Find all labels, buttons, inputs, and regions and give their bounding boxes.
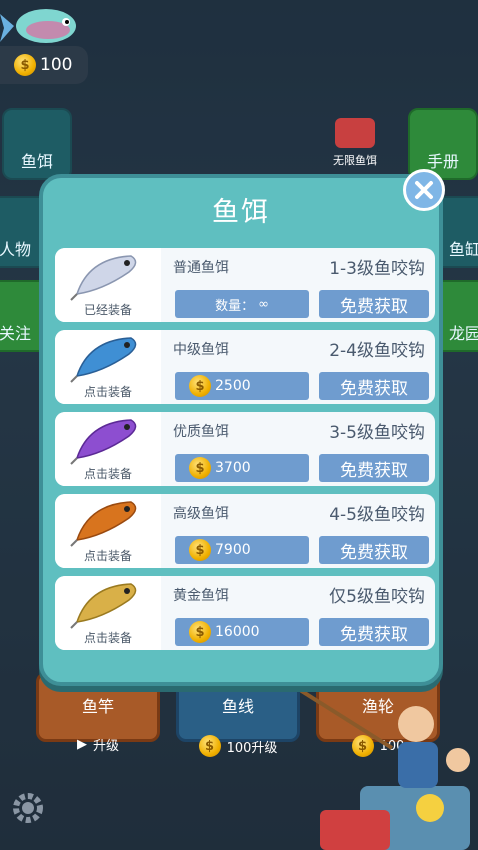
equip-status: 已经装备 <box>83 303 132 317</box>
coin-icon: $ <box>189 375 211 397</box>
lure-icon <box>70 419 137 465</box>
close-icon <box>415 181 433 199</box>
bait-equip-area[interactable]: 已经装备 <box>55 248 161 322</box>
bait-level: 4-5级鱼咬钩 <box>329 505 425 525</box>
side-button-label: 鱼缸 <box>448 240 478 259</box>
bait-row-advanced: 点击装备 高级鱼饵 4-5级鱼咬钩 $ 7900 免费获取 <box>55 494 435 568</box>
coin-icon: $ <box>189 457 211 479</box>
free-get-button[interactable]: 免费获取 <box>319 290 429 318</box>
equip-status: 点击装备 <box>83 467 132 481</box>
bait-level: 仅5级鱼咬钩 <box>329 587 425 607</box>
free-get-button[interactable]: 免费获取 <box>319 536 429 564</box>
settings-gear-icon[interactable] <box>10 790 46 826</box>
fisherman-illustration <box>300 690 470 850</box>
lure-icon <box>70 337 137 383</box>
bait-row-intermediate: 点击装备 中级鱼饵 2-4级鱼咬钩 $ 2500 免费获取 <box>55 330 435 404</box>
card-title: 鱼线 <box>221 697 254 716</box>
side-button-label: 关注 <box>0 324 31 343</box>
equip-status: 点击装备 <box>83 631 132 645</box>
coin-balance: $ 100 <box>0 46 88 84</box>
coin-icon: $ <box>189 539 211 561</box>
lure-icon <box>70 255 137 301</box>
bait-equip-area[interactable]: 点击装备 <box>55 494 161 568</box>
lure-icon <box>70 583 137 629</box>
bait-quantity: 数量： ∞ <box>175 290 309 318</box>
banner-label: 无限鱼饵 <box>333 154 377 167</box>
bait-row-common: 已经装备 普通鱼饵 1-3级鱼咬钩 数量： ∞ 免费获取 <box>55 248 435 322</box>
quantity-label: 数量： <box>215 298 255 314</box>
side-button-label: 鱼饵 <box>20 152 53 171</box>
card-sub-label: 100升级 <box>226 740 278 756</box>
bait-equip-area[interactable]: 点击装备 <box>55 412 161 486</box>
video-icon: ▶ <box>76 737 87 752</box>
bait-equip-area[interactable]: 点击装备 <box>55 330 161 404</box>
side-button-label: 手册 <box>426 152 459 171</box>
price-value: 2500 <box>215 378 251 394</box>
bait-name: 黄金鱼饵 <box>173 588 229 604</box>
bait-modal: 鱼饵 已经装备 普通鱼饵 1-3级鱼咬钩 数量： ∞ 免费获取 点击装备 中级鱼… <box>39 174 443 686</box>
side-button-bait[interactable]: 鱼饵 <box>2 108 72 180</box>
side-button-label: 人物 <box>0 240 31 259</box>
modal-title: 鱼饵 <box>212 197 270 228</box>
treasure-icon <box>335 118 375 148</box>
price-value: 7900 <box>215 542 251 558</box>
unlimited-bait-banner[interactable]: 无限鱼饵 <box>320 118 390 170</box>
card-title: 鱼竿 <box>81 697 114 716</box>
free-get-button[interactable]: 免费获取 <box>319 454 429 482</box>
bait-row-quality: 点击装备 优质鱼饵 3-5级鱼咬钩 $ 3700 免费获取 <box>55 412 435 486</box>
lure-icon <box>70 501 137 547</box>
bait-name: 中级鱼饵 <box>173 342 229 358</box>
equip-status: 点击装备 <box>83 385 132 399</box>
price-value: 3700 <box>215 460 251 476</box>
bait-name: 普通鱼饵 <box>173 260 229 276</box>
buy-price-button[interactable]: $ 3700 <box>175 454 309 482</box>
bait-name: 优质鱼饵 <box>173 424 229 440</box>
bait-name: 高级鱼饵 <box>173 506 229 522</box>
bait-level: 2-4级鱼咬钩 <box>329 341 425 361</box>
buy-price-button[interactable]: $ 16000 <box>175 618 309 646</box>
coin-icon: $ <box>198 735 221 757</box>
side-button-label: 龙园 <box>448 324 478 343</box>
card-sub: ▶ 升级 <box>39 735 157 754</box>
bait-row-gold: 点击装备 黄金鱼饵 仅5级鱼咬钩 $ 16000 免费获取 <box>55 576 435 650</box>
coin-count: 100 <box>40 55 73 75</box>
card-sub-label: 升级 <box>92 739 119 754</box>
free-get-button[interactable]: 免费获取 <box>319 618 429 646</box>
free-get-button[interactable]: 免费获取 <box>319 372 429 400</box>
bait-level: 1-3级鱼咬钩 <box>329 259 425 279</box>
card-sub: $100升级 <box>179 735 297 757</box>
buy-price-button[interactable]: $ 7900 <box>175 536 309 564</box>
equip-status: 点击装备 <box>83 549 132 563</box>
bait-equip-area[interactable]: 点击装备 <box>55 576 161 650</box>
coin-icon: $ <box>189 621 211 643</box>
quantity-value: ∞ <box>258 296 269 312</box>
coin-icon: $ <box>14 54 36 76</box>
price-value: 16000 <box>215 624 260 640</box>
bait-level: 3-5级鱼咬钩 <box>329 423 425 443</box>
close-button[interactable] <box>403 169 445 211</box>
buy-price-button[interactable]: $ 2500 <box>175 372 309 400</box>
